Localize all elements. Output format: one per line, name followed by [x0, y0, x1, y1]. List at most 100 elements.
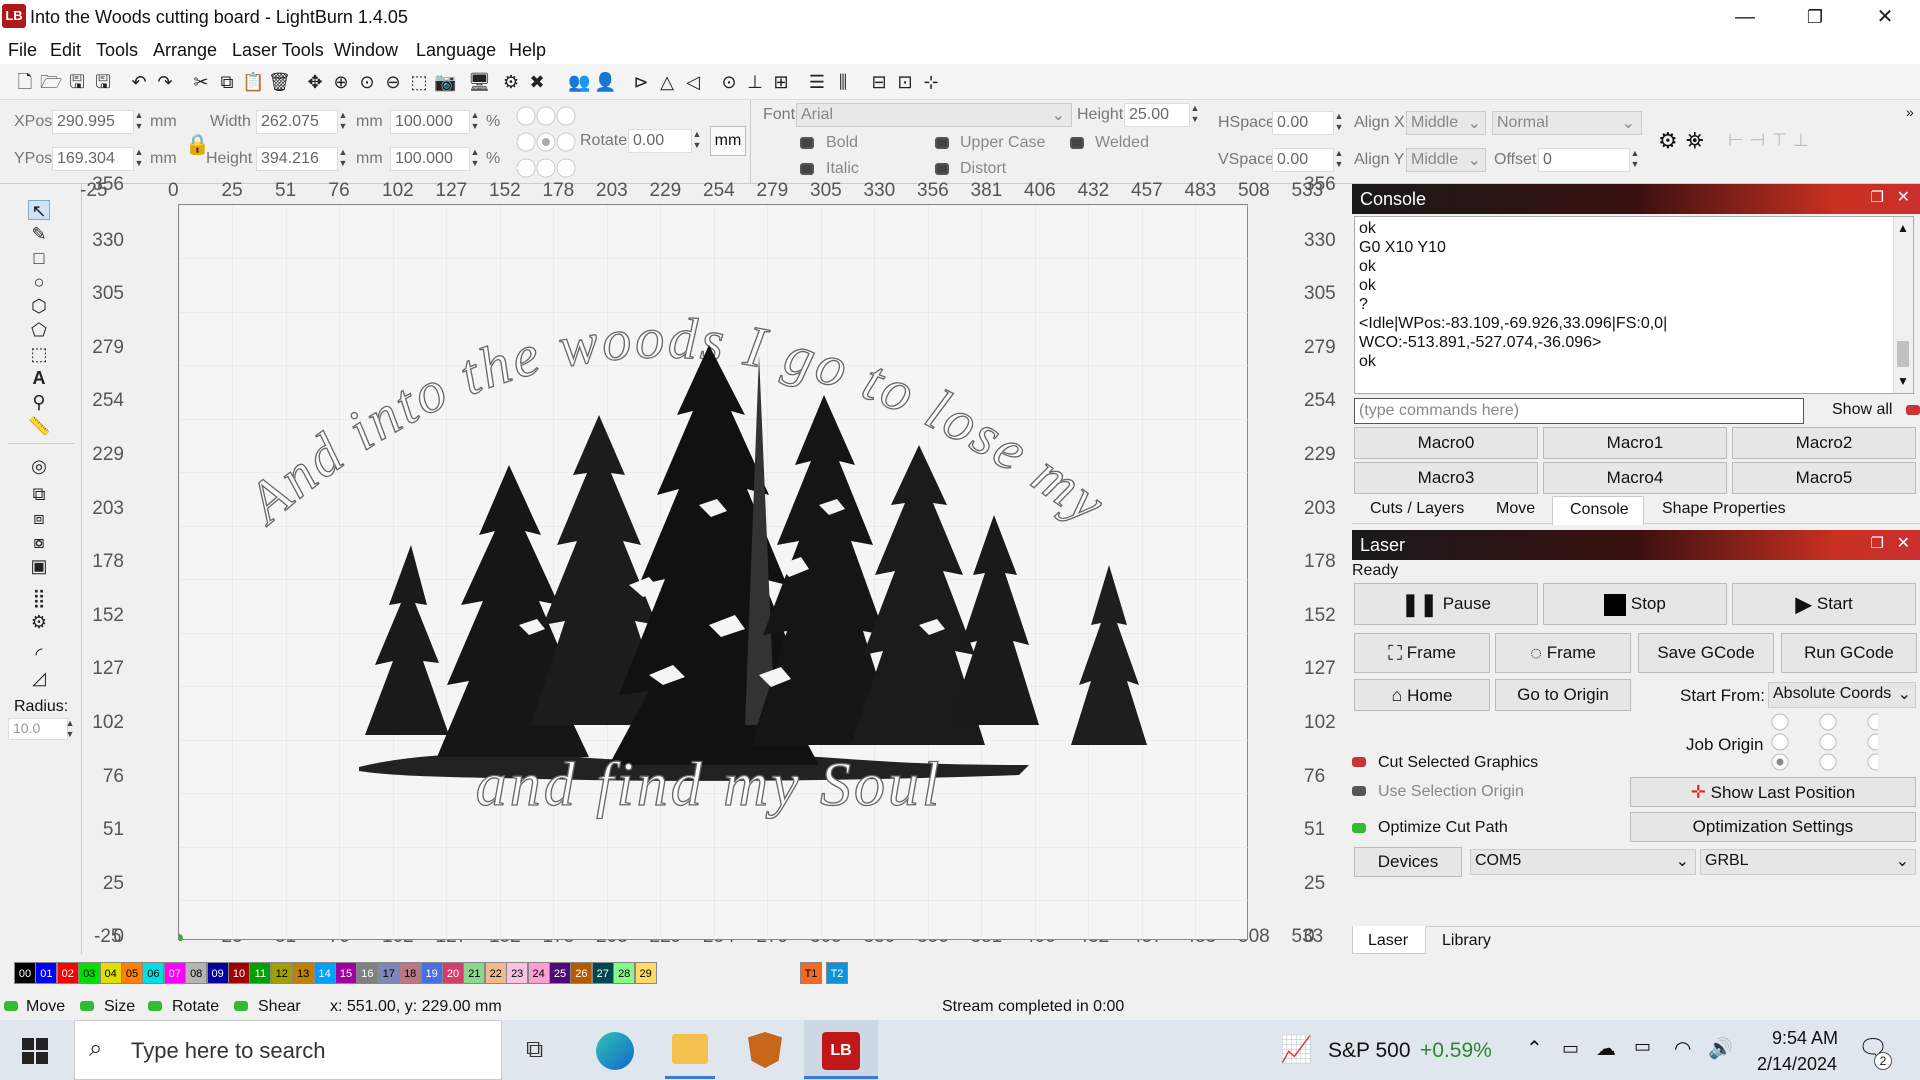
corner-chamfer-icon[interactable]: ◿ — [28, 668, 50, 688]
offset-input[interactable]: 0 — [1538, 148, 1630, 172]
start-button[interactable]: ▶ Start — [1732, 583, 1916, 625]
hspace-spinner[interactable]: ▲ ▼ — [1333, 111, 1345, 135]
vspace-spinner[interactable]: ▲ ▼ — [1333, 148, 1345, 172]
layer-swatch-09[interactable]: 09 — [206, 962, 229, 984]
height-input[interactable]: 394.216 — [256, 147, 338, 171]
layer-swatch-25[interactable]: 25 — [549, 962, 571, 984]
use-selection-checkbox[interactable] — [1352, 786, 1366, 796]
console-scrollbar[interactable]: ▲ ▼ — [1893, 217, 1913, 393]
wifi-icon[interactable]: ◠ — [1674, 1036, 1691, 1061]
macro5-button[interactable]: Macro5 — [1732, 462, 1916, 494]
welded-checkbox[interactable] — [1070, 137, 1084, 149]
tools-icon[interactable]: ✖ — [526, 71, 548, 93]
layer-swatch-02[interactable]: 02 — [56, 962, 79, 984]
zoom-fit-icon[interactable]: ⊙ — [356, 71, 378, 93]
float-icon[interactable]: ❐ — [1871, 534, 1884, 552]
flip-horizontal-icon[interactable]: ⊳ — [630, 71, 652, 93]
zoom-frame-icon[interactable]: ⬚ — [408, 71, 430, 93]
align-tools-icon[interactable]: ⊢⊣⊤⊥ — [1728, 130, 1815, 151]
camera-icon[interactable]: 📷 — [434, 71, 456, 93]
settings-icon[interactable]: ⚙ — [500, 71, 522, 93]
save-icon[interactable]: 🖫 — [66, 71, 88, 93]
scale-height-input[interactable]: 100.000 — [390, 147, 470, 171]
height-spinner[interactable]: ▲ ▼ — [337, 147, 349, 171]
distribute-v-icon[interactable]: ⫼ — [832, 71, 854, 93]
layer-swatch-20[interactable]: 20 — [442, 962, 464, 984]
xpos-spinner[interactable]: ▲ ▼ — [133, 110, 145, 134]
radius-spinner[interactable]: ▲ ▼ — [64, 718, 76, 740]
dock-icon[interactable]: ⊟ — [868, 71, 890, 93]
save-gcode-button[interactable]: Save GCode — [1638, 633, 1774, 673]
layer-swatch-22[interactable]: 22 — [484, 962, 507, 984]
show-hidden-icons-icon[interactable]: ⌃ — [1526, 1036, 1543, 1061]
pen-tool-icon[interactable]: ✎ — [28, 224, 50, 244]
layer-swatch-19[interactable]: 19 — [420, 962, 443, 984]
close-panel-icon[interactable]: ✕ — [1897, 533, 1910, 553]
port-select[interactable]: COM5 ⌄ — [1470, 849, 1696, 875]
battery-icon[interactable]: ▭ — [1634, 1036, 1651, 1057]
task-view-icon[interactable]: ⧉ — [526, 1036, 543, 1064]
menu-tools[interactable]: Tools — [96, 40, 138, 61]
menu-arrange[interactable]: Arrange — [153, 40, 217, 61]
radius-input[interactable]: 10.0 — [8, 718, 68, 740]
float-icon[interactable]: ❐ — [1871, 188, 1884, 206]
layer-swatch-16[interactable]: 16 — [356, 962, 379, 984]
macro0-button[interactable]: Macro0 — [1354, 427, 1538, 459]
group-icon[interactable]: 👥 — [568, 71, 590, 93]
windows-start-icon[interactable] — [22, 1038, 48, 1064]
layer-swatch-11[interactable]: 11 — [249, 962, 272, 984]
macro4-button[interactable]: Macro4 — [1543, 462, 1727, 494]
scroll-down-icon[interactable]: ▼ — [1894, 372, 1912, 391]
menu-window[interactable]: Window — [334, 40, 398, 61]
ypos-input[interactable]: 169.304 — [52, 147, 134, 171]
position-laser-tool-icon[interactable]: ⚲ — [28, 392, 50, 412]
offset-tool-icon[interactable]: ◎ — [28, 456, 50, 476]
copy-icon[interactable]: ⧉ — [216, 71, 238, 93]
undo-icon[interactable]: ↶ — [128, 71, 150, 93]
layer-swatch-01[interactable]: 01 — [35, 962, 58, 984]
optimization-settings-button[interactable]: Optimization Settings — [1630, 812, 1916, 842]
node-edit-icon[interactable]: ⚙ — [1658, 128, 1678, 154]
tab-library[interactable]: Library — [1442, 932, 1491, 950]
layer-swatch-14[interactable]: 14 — [313, 962, 336, 984]
layer-swatch-17[interactable]: 17 — [377, 962, 400, 984]
align-center-icon[interactable]: ⊥ — [744, 71, 766, 93]
upper-case-checkbox[interactable] — [935, 137, 949, 149]
taskbar-search[interactable]: ⌕ Type here to search — [74, 1020, 502, 1080]
font-height-input[interactable]: 25.00 — [1124, 103, 1190, 127]
layer-swatch-13[interactable]: 13 — [292, 962, 315, 984]
frame-circle-button[interactable]: ◌ Frame — [1495, 633, 1631, 673]
layer-swatch-15[interactable]: 15 — [335, 962, 357, 984]
rectangle-tool-icon[interactable]: □ — [28, 248, 50, 268]
corner-round-icon[interactable]: ◜ — [28, 644, 50, 664]
size-toggle[interactable] — [80, 1001, 94, 1011]
work-area[interactable]: And into the woods I go to lose my mind … — [156, 152, 1249, 942]
console-output[interactable]: ok G0 X10 Y10 ok ok? <Idle|WPos:-83.109,-69.… — [1354, 216, 1914, 394]
menu-file[interactable]: File — [8, 40, 37, 61]
go-to-origin-button[interactable]: Go to Origin — [1495, 679, 1631, 711]
zoom-in-icon[interactable]: ⊕ — [330, 71, 352, 93]
edge-browser-icon[interactable] — [596, 1032, 634, 1070]
tab-move[interactable]: Move — [1496, 500, 1535, 518]
distribute-h-icon[interactable]: ☰ — [806, 71, 828, 93]
align-x-select[interactable]: Middle ⌄ — [1406, 111, 1486, 135]
menu-language[interactable]: Language — [416, 40, 496, 61]
run-gcode-button[interactable]: Run GCode — [1781, 633, 1917, 673]
tab-cuts-layers[interactable]: Cuts / Layers — [1370, 500, 1464, 518]
align-y-select[interactable]: Middle ⌄ — [1406, 148, 1486, 172]
stock-ticker[interactable]: S&P 500 — [1328, 1039, 1411, 1063]
weld-icon[interactable]: ▣ — [28, 556, 50, 576]
layer-swatch-T2[interactable]: T2 — [826, 962, 848, 984]
ungroup-icon[interactable]: 👤 — [594, 71, 616, 93]
pause-button[interactable]: ❚❚ Pause — [1354, 583, 1538, 625]
shield-app-icon[interactable] — [748, 1032, 782, 1068]
redo-icon[interactable]: ↷ — [154, 71, 176, 93]
text-mode-select[interactable]: Normal ⌄ — [1492, 111, 1642, 135]
scale-width-spinner[interactable]: ▲ ▼ — [469, 110, 481, 134]
offset-spinner[interactable]: ▲ ▼ — [1629, 148, 1641, 172]
rotate-spinner[interactable]: ▲ ▼ — [691, 129, 703, 153]
menu-laser-tools[interactable]: Laser Tools — [232, 40, 324, 61]
layer-swatch-28[interactable]: 28 — [613, 962, 636, 984]
italic-checkbox[interactable] — [800, 163, 814, 175]
ellipse-tool-icon[interactable]: ○ — [28, 272, 50, 292]
